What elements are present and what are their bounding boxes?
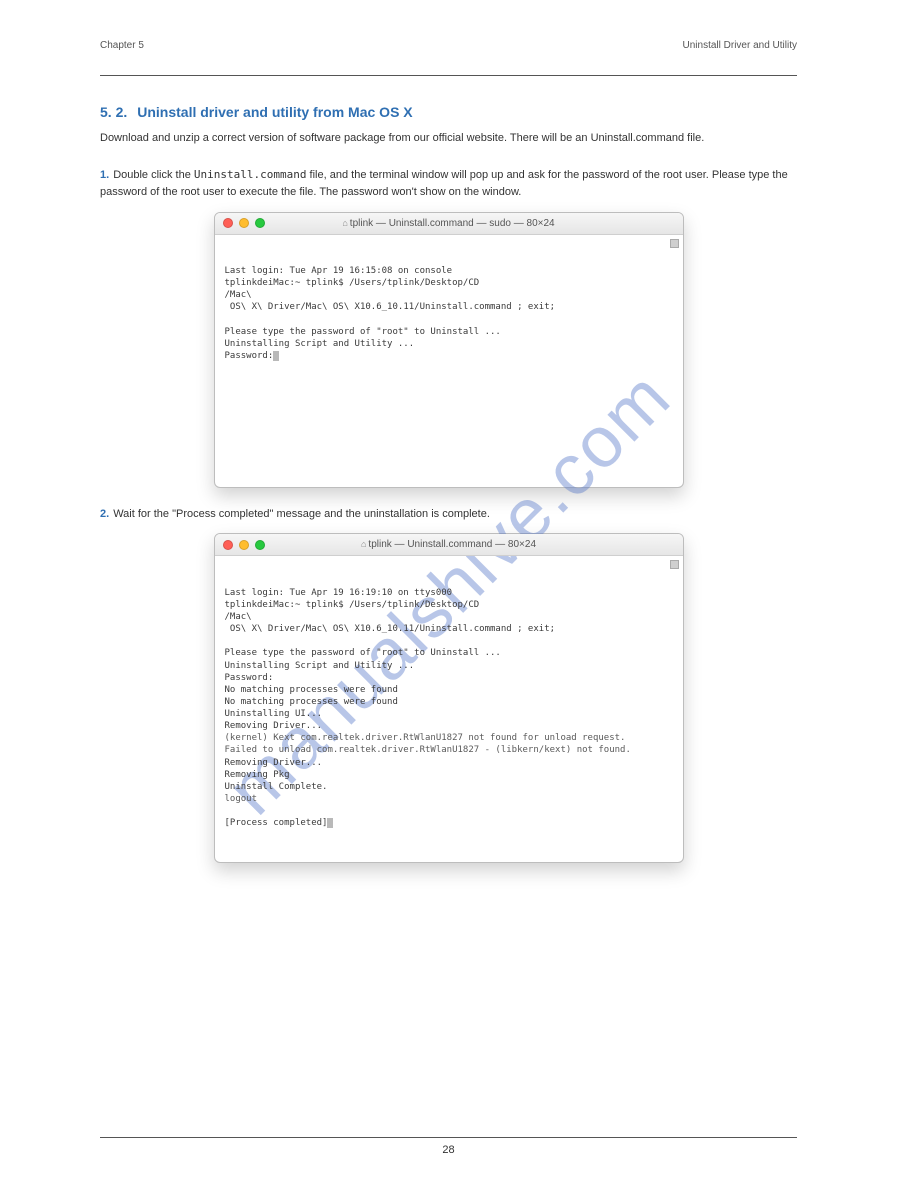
page-header-row: Chapter 5 Uninstall Driver and Utility [100,40,797,51]
step-1-text-a: Double click the [113,169,194,181]
step-1: 1.Double click the Uninstall.command fil… [100,166,797,202]
step-2: 2. Wait for the "Process completed" messa… [100,506,797,524]
terminal-1-line-6: Password: [225,351,274,361]
terminal-2-line-9: Uninstalling UI... [225,708,673,720]
step-1-filename: Uninstall.command [194,168,307,181]
footer-divider [100,1137,797,1138]
step-2-number: 2. [100,508,109,520]
step-1-number: 1. [100,169,109,181]
terminal-2-body[interactable]: Last login: Tue Apr 19 16:19:10 on ttys0… [215,556,683,862]
header-left: Chapter 5 [100,40,144,51]
maximize-icon[interactable] [255,540,265,550]
terminal-2-line-2b: /Mac\ [225,612,252,622]
home-icon: ⌂ [361,539,366,549]
terminal-1-line-2b: /Mac\ [225,290,252,300]
minimize-icon[interactable] [239,540,249,550]
header-right: Uninstall Driver and Utility [683,40,797,51]
terminal-cursor [327,818,333,828]
close-icon[interactable] [223,218,233,228]
terminal-2-titlebar[interactable]: ⌂tplink — Uninstall.command — 80×24 [215,534,683,556]
step-2-text: Wait for the "Process completed" message… [113,508,490,520]
terminal-2-line-12: Failed to unload com.realtek.driver.RtWl… [225,744,673,756]
terminal-2-line-3: OS\ X\ Driver/Mac\ OS\ X10.6_10.11/Unins… [225,623,673,635]
terminal-1-line-5: Uninstalling Script and Utility ... [225,338,673,350]
terminal-1-line-1: Last login: Tue Apr 19 16:15:08 on conso… [225,265,673,277]
header-divider [100,75,797,76]
section-name: Uninstall driver and utility from Mac OS… [137,104,412,120]
terminal-1-line-3: OS\ X\ Driver/Mac\ OS\ X10.6_10.11/Unins… [225,301,673,313]
terminal-2-line-14: Removing Pkg [225,769,673,781]
terminal-2-line-13: Removing Driver... [225,757,673,769]
minimize-icon[interactable] [239,218,249,228]
traffic-lights [223,540,265,550]
section-title: 5. 2. Uninstall driver and utility from M… [100,104,797,120]
scroll-indicator-icon [670,560,679,569]
terminal-2-line-4: Please type the password of "root" to Un… [225,647,673,659]
scroll-indicator-icon [670,239,679,248]
section-number: 5. 2. [100,104,127,120]
terminal-2-line-1: Last login: Tue Apr 19 16:19:10 on ttys0… [225,587,673,599]
terminal-1-body[interactable]: Last login: Tue Apr 19 16:15:08 on conso… [215,235,683,487]
terminal-1-title: ⌂tplink — Uninstall.command — sudo — 80×… [215,218,683,229]
terminal-2-line-2a: tplinkdeiMac:~ tplink$ /Users/tplink/Des… [225,600,480,610]
terminal-2-title: ⌂tplink — Uninstall.command — 80×24 [215,539,683,550]
terminal-1-titlebar[interactable]: ⌂tplink — Uninstall.command — sudo — 80×… [215,213,683,235]
terminal-2-line-6: Password: [225,672,673,684]
terminal-1-line-2a: tplinkdeiMac:~ tplink$ /Users/tplink/Des… [225,278,480,288]
maximize-icon[interactable] [255,218,265,228]
terminal-2-line-15: Uninstall Complete. [225,781,673,793]
intro-paragraph: Download and unzip a correct version of … [100,130,797,148]
terminal-cursor [273,351,279,361]
terminal-2-line-5: Uninstalling Script and Utility ... [225,660,673,672]
terminal-2-line-11: (kernel) Kext com.realtek.driver.RtWlanU… [225,732,673,744]
page-number: 28 [100,1144,797,1156]
terminal-window-2: ⌂tplink — Uninstall.command — 80×24 Last… [214,533,684,863]
terminal-2-line-16: logout [225,793,673,805]
close-icon[interactable] [223,540,233,550]
terminal-2-line-17: [Process completed] [225,818,328,828]
traffic-lights [223,218,265,228]
terminal-2-line-10: Removing Driver... [225,720,673,732]
terminal-2-line-7: No matching processes were found [225,684,673,696]
terminal-1-line-4: Please type the password of "root" to Un… [225,326,673,338]
terminal-2-line-8: No matching processes were found [225,696,673,708]
home-icon: ⌂ [342,218,347,228]
terminal-window-1: ⌂tplink — Uninstall.command — sudo — 80×… [214,212,684,488]
